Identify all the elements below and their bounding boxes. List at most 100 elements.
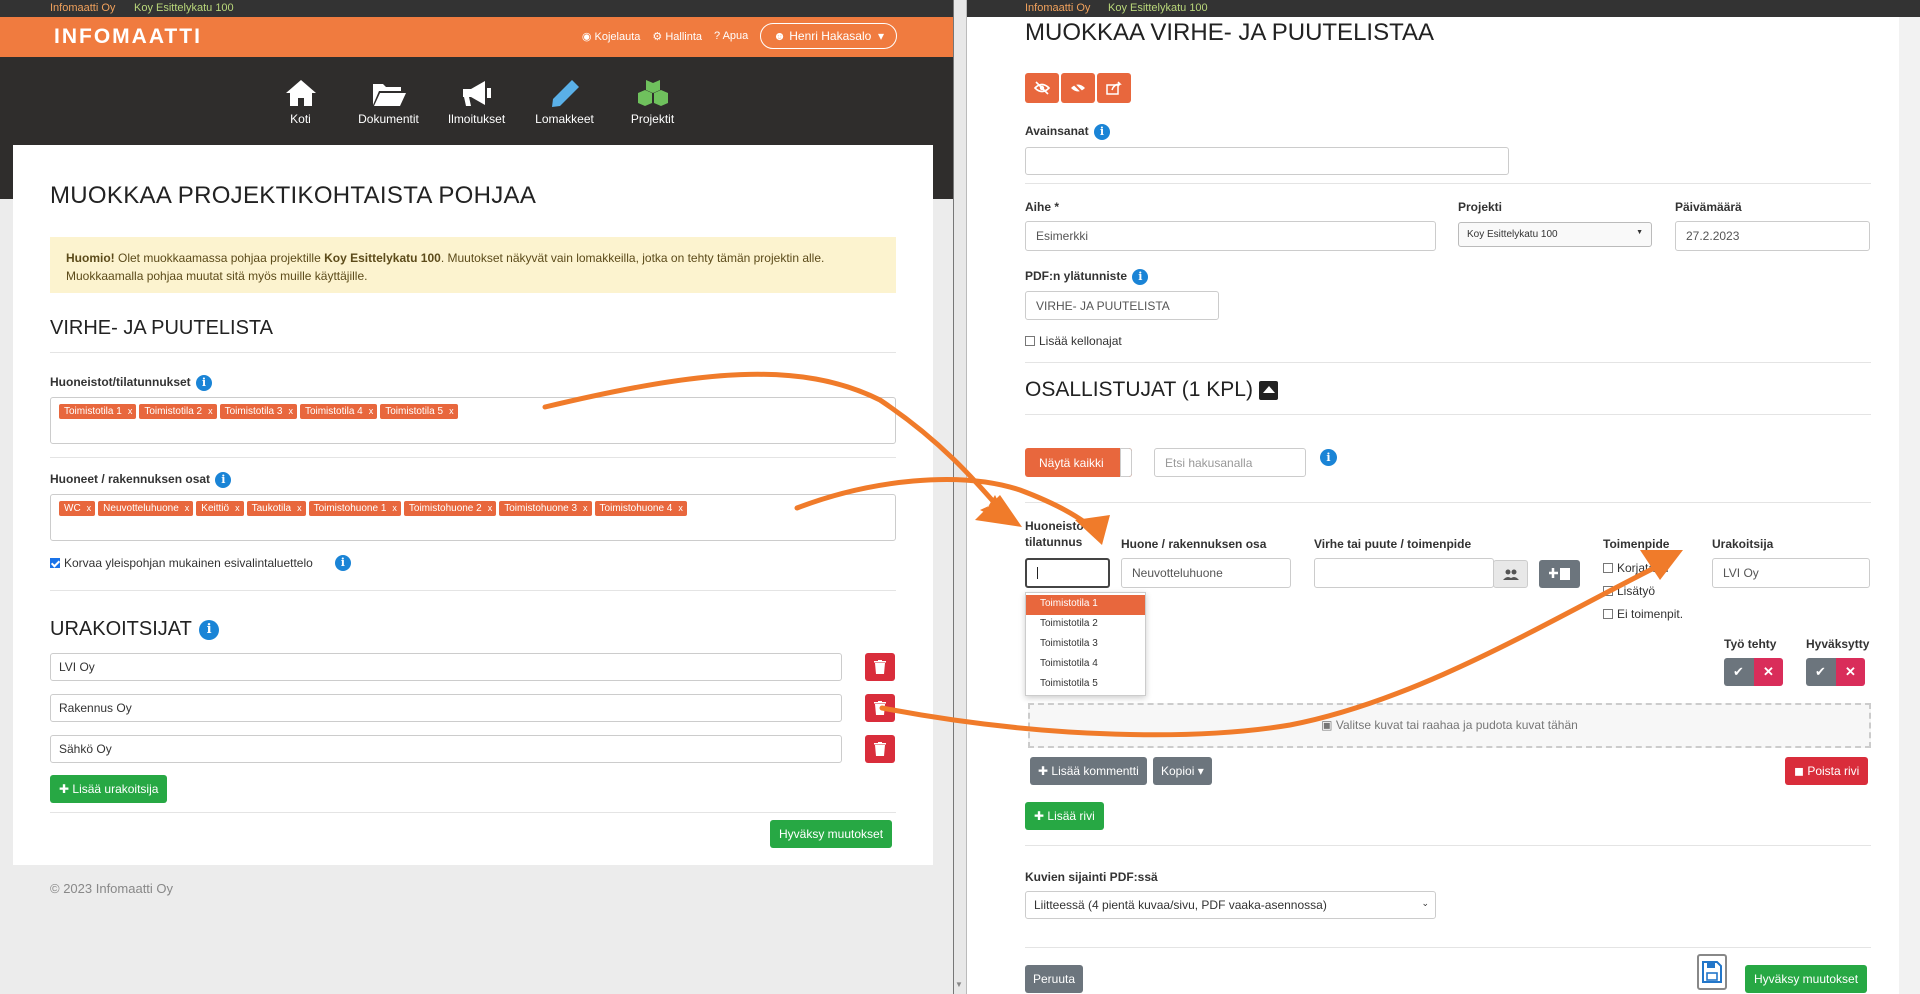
checkbox[interactable] [50,558,60,568]
room-tag[interactable]: Keittiö x [196,501,244,516]
checkbox[interactable] [1603,586,1613,596]
units-tag-input[interactable]: Toimistotila 1 x Toimistotila 2 x Toimistoti… [50,397,896,444]
work-done-yes-button[interactable]: ✔ [1724,658,1754,686]
footer-copyright: © 2023 Infomaatti Oy [50,881,174,896]
trash-icon [874,701,886,715]
date-input[interactable]: 27.2.2023 [1675,221,1870,251]
dropdown-option[interactable]: Toimistotila 4 [1026,655,1145,675]
checkbox[interactable] [1025,336,1035,346]
divider [50,590,896,591]
add-clock-checkbox[interactable]: Lisää kellonajat [1025,334,1122,348]
info-icon[interactable]: i [196,375,213,391]
copy-dropdown-button[interactable]: Kopioi ▾ [1153,757,1212,785]
work-done-no-button[interactable]: ✕ [1754,658,1783,686]
top-strip: Infomaatti Oy Koy Esittelykatu 100 [967,0,1920,17]
room-input[interactable]: Neuvotteluhuone [1121,558,1291,588]
nav-forms[interactable]: Lomakkeet [531,78,599,126]
unit-tag[interactable]: Toimistotila 1x [59,404,137,419]
defect-textarea[interactable] [1314,558,1494,588]
checkbox[interactable] [1603,609,1613,619]
column-unit: Huoneisto / tilatunnus [1025,519,1091,549]
admin-link[interactable]: ⚙ Hallinta [652,30,702,43]
unit-tag[interactable]: Toimistotila 5x [380,404,458,419]
room-tag[interactable]: Taukotila x [246,501,306,516]
info-icon[interactable]: i [1132,269,1149,285]
contractor-input[interactable]: Rakennus Oy [50,694,842,722]
eye-slash-icon [1034,81,1050,95]
nav-projects[interactable]: Projektit [619,78,687,126]
dropdown-option[interactable]: Toimistotila 2 [1026,615,1145,635]
room-tag[interactable]: Toimistohuone 1x [308,501,401,516]
info-icon[interactable]: i [334,555,351,571]
delete-contractor-button[interactable] [865,735,895,763]
delete-row-button[interactable]: ◼ Poista rivi [1785,757,1869,785]
project-select[interactable]: Koy Esittelykatu 100 ▼ [1458,222,1652,247]
participants-button[interactable] [1493,560,1528,588]
approved-yes-button[interactable]: ✔ [1806,658,1836,686]
cancel-button[interactable]: Peruuta [1025,965,1084,993]
keywords-input[interactable] [1025,147,1509,175]
contractor-input[interactable]: LVI Oy [1712,558,1870,588]
info-icon[interactable]: i [199,619,220,640]
replace-preselection-checkbox[interactable]: Korvaa yleispohjan mukainen esivalintalu… [50,555,351,571]
action-option-extra-work[interactable]: Lisätyö [1603,584,1655,598]
unit-tag[interactable]: Toimistotila 3x [219,404,297,419]
remove-tag-icon: x [208,406,213,416]
contractor-input[interactable]: Sähkö Oy [50,735,842,763]
close-icon: ✕ [1763,664,1774,679]
logo[interactable]: INFOMAATTI [54,25,202,49]
contractor-input[interactable]: LVI Oy [50,653,842,681]
action-option-no-action[interactable]: Ei toimenpit. [1603,607,1683,621]
image-dropzone[interactable]: ▣ Valitse kuvat tai raahaa ja pudota kuv… [1028,703,1871,748]
scroll-down-arrow-icon[interactable]: ▼ [955,980,963,989]
dropdown-option[interactable]: Toimistotila 5 [1026,675,1145,695]
megaphone-icon [462,81,491,106]
unit-tag[interactable]: Toimistotila 2x [139,404,217,419]
delete-contractor-button[interactable] [865,653,895,681]
add-from-list-button[interactable] [1539,560,1580,588]
room-tag[interactable]: WC x [59,501,96,516]
room-tag[interactable]: Neuvotteluhuone x [98,501,194,516]
dropdown-option[interactable]: Toimistotila 1 [1026,595,1145,615]
remove-tag-icon: x [487,503,493,513]
images-position-select[interactable]: Liitteessä (4 pientä kuvaa/sivu, PDF vaa… [1025,891,1436,919]
action-option-repair[interactable]: Korjataan [1603,561,1668,575]
remove-tag-icon: x [86,503,92,513]
check-icon: ✔ [1733,664,1744,679]
user-menu-button[interactable]: ☻ Henri Hakasalo ▾ [760,23,897,49]
column-contractor: Urakoitsija [1712,537,1774,551]
collapse-icon[interactable] [1258,380,1278,400]
nav-notices[interactable]: Ilmoitukset [443,78,511,126]
room-tag[interactable]: Toimistohuone 2x [403,501,497,516]
hide-button[interactable] [1025,73,1059,103]
info-icon[interactable]: i [1320,449,1337,466]
save-button[interactable] [1697,954,1727,990]
nav-documents[interactable]: Dokumentit [355,78,423,126]
nav-home[interactable]: Koti [267,78,335,126]
search-input[interactable]: Etsi hakusanalla [1154,448,1306,477]
show-all-toggle[interactable]: Näytä kaikki [1025,448,1132,477]
rooms-tag-input[interactable]: WC x Neuvotteluhuone x Keittiö x Taukotila x Toi… [50,494,896,541]
accept-changes-button[interactable]: Hyväksy muutokset [770,820,893,848]
add-row-button[interactable]: ✚ Lisää rivi [1025,802,1104,830]
hide-all-button[interactable] [1061,73,1095,103]
delete-contractor-button[interactable] [865,694,895,722]
info-icon[interactable]: i [1093,124,1110,140]
help-link[interactable]: ? Apua [714,30,748,42]
accept-changes-button[interactable]: Hyväksy muutokset [1745,965,1868,993]
share-button[interactable] [1097,73,1131,103]
room-tag[interactable]: Toimistohuone 3x [499,501,592,516]
dropdown-option[interactable]: Toimistotila 3 [1026,635,1145,655]
checkbox[interactable] [1603,563,1613,573]
save-icon [1702,961,1722,983]
pdf-header-input[interactable]: VIRHE- JA PUUTELISTA [1025,291,1219,320]
add-contractor-button[interactable]: ✚ Lisää urakoitsija [50,775,168,803]
approved-no-button[interactable]: ✕ [1836,658,1865,686]
subject-input[interactable]: Esimerkki [1025,221,1436,251]
room-tag[interactable]: Toimistohuone 4x [594,501,687,516]
info-icon[interactable]: i [215,472,232,488]
unit-input[interactable] [1025,558,1110,588]
add-comment-button[interactable]: ✚ Lisää kommentti [1030,757,1147,785]
unit-tag[interactable]: Toimistotila 4x [299,404,378,419]
dashboard-link[interactable]: ◉ Kojelauta [582,30,641,43]
